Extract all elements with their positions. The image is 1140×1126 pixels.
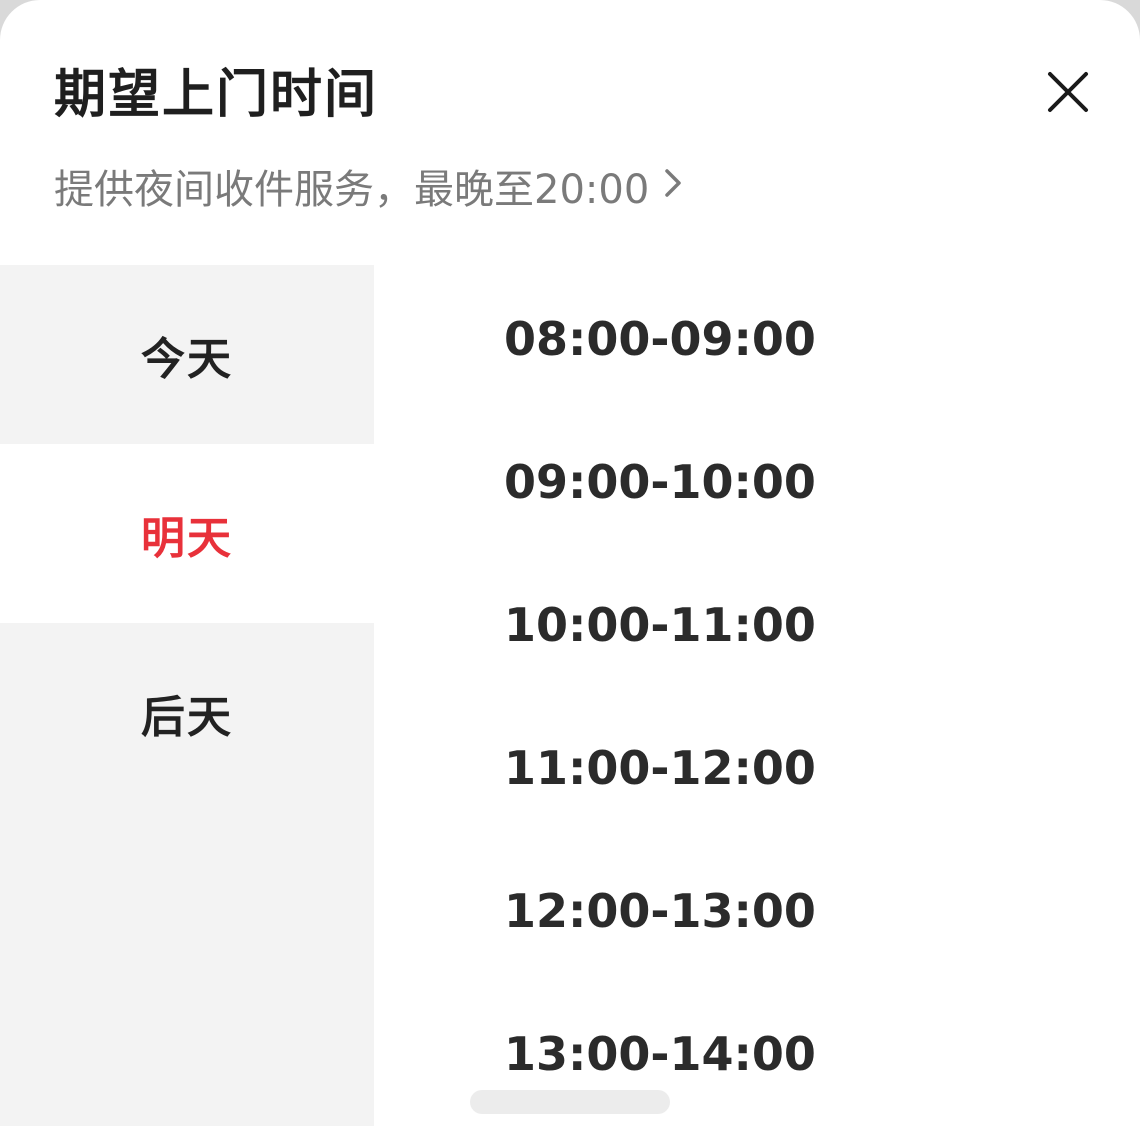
day-tab-label: 今天 — [141, 333, 233, 385]
day-tab-label: 后天 — [141, 691, 233, 743]
night-service-text: 提供夜间收件服务，最晚至20:00 — [54, 167, 650, 213]
home-indicator — [470, 1090, 670, 1114]
close-button[interactable] — [1040, 64, 1096, 120]
day-tab-today[interactable]: 今天 — [0, 265, 374, 444]
chevron-right-icon — [663, 163, 683, 209]
time-slot[interactable]: 10:00-11:00 — [504, 595, 816, 655]
day-tab-day-after[interactable]: 后天 — [0, 623, 374, 802]
night-service-link[interactable]: 提供夜间收件服务，最晚至20:00 — [54, 158, 683, 214]
time-slot[interactable]: 12:00-13:00 — [504, 881, 816, 941]
day-tab-label: 明天 — [141, 512, 233, 564]
day-sidebar: 今天 明天 后天 — [0, 265, 374, 1126]
time-slot[interactable]: 13:00-14:00 — [504, 1024, 816, 1084]
close-icon — [1048, 72, 1088, 112]
sheet-title: 期望上门时间 — [54, 65, 379, 125]
day-tab-tomorrow[interactable]: 明天 — [0, 444, 374, 623]
time-slot[interactable]: 09:00-10:00 — [504, 452, 816, 512]
time-slot[interactable]: 08:00-09:00 — [504, 309, 816, 369]
time-slot[interactable]: 11:00-12:00 — [504, 738, 816, 798]
time-picker-sheet: 期望上门时间 提供夜间收件服务，最晚至20:00 今天 明天 后天 08:00-… — [0, 0, 1140, 1126]
time-slot-list: 08:00-09:00 09:00-10:00 10:00-11:00 11:0… — [374, 265, 1140, 1126]
